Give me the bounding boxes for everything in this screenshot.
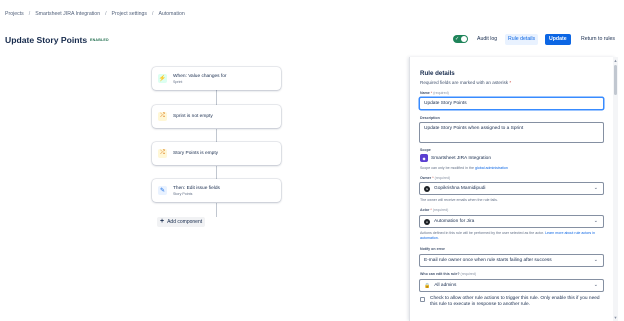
description-value: Update Story Points when assigned to a S… — [424, 126, 524, 131]
owner-label-text: Owner — [420, 176, 432, 180]
owner-select[interactable]: G Gopikrishna Mamidipudi ⌄ — [419, 182, 604, 195]
breadcrumb-separator: / — [152, 11, 154, 17]
editors-label: Who can edit this rule? (required) — [420, 272, 476, 276]
lightning-icon: ⚡ — [158, 74, 167, 83]
allow-rule-trigger-label: Check to allow other rule actions to tri… — [430, 296, 600, 308]
scroll-up-icon[interactable]: ▲ — [613, 58, 618, 63]
required-note-text: Required fields are marked with an aster… — [420, 80, 509, 85]
breadcrumb-automation[interactable]: Automation — [158, 11, 184, 17]
condition-card[interactable]: ⤮ Story Points is empty — [152, 142, 281, 165]
actor-value: Automation for Jira — [434, 219, 475, 224]
scroll-down-icon[interactable]: ▼ — [613, 315, 618, 320]
status-badge: ENABLED — [90, 38, 109, 42]
description-textarea[interactable]: Update Story Points when assigned to a S… — [419, 122, 604, 143]
rule-name-value: Update Story Points — [424, 101, 467, 106]
connector-line — [216, 166, 217, 180]
required-tag: (required) — [460, 272, 477, 276]
connector-line — [216, 90, 217, 106]
connector-line — [216, 129, 217, 143]
user-avatar: A — [424, 218, 430, 225]
breadcrumb-separator: / — [105, 11, 107, 17]
required-tag: (required) — [432, 208, 449, 212]
editors-value: All admins — [434, 283, 457, 288]
plus-icon: + — [160, 218, 165, 225]
scope-label: Scope — [420, 148, 431, 152]
notify-on-error-select[interactable]: E-mail rule owner once when rule starts … — [419, 254, 604, 267]
component-subtitle: Sprint — [173, 79, 183, 84]
project-logo-icon: ◆ — [420, 154, 428, 162]
check-icon: ✓ — [455, 36, 460, 42]
editors-label-text: Who can edit this rule? — [420, 272, 460, 276]
scope-helper: Scope can only be modified in the global… — [420, 166, 606, 171]
name-label: Name * (required) — [420, 91, 449, 95]
asterisk: * — [509, 80, 512, 85]
rule-name-input[interactable]: Update Story Points — [419, 97, 604, 110]
breadcrumb-separator: / — [28, 11, 31, 17]
owner-helper: The owner will receive emails when the r… — [420, 198, 498, 202]
component-subtitle: Story Points — [173, 191, 193, 196]
actor-helper-text: Actions defined in this rule will be per… — [420, 231, 545, 235]
breadcrumb-projects[interactable]: Projects — [5, 11, 24, 17]
panel-title: Rule details — [420, 70, 455, 77]
chevron-down-icon: ⌄ — [593, 185, 598, 191]
trigger-card[interactable]: ⚡ When: Value changes for Sprint — [152, 67, 281, 90]
required-note: Required fields are marked with an aster… — [420, 80, 511, 85]
rule-enabled-toggle[interactable]: ✓ — [453, 35, 468, 43]
add-component-label: Add component — [167, 219, 203, 225]
connector-line — [216, 203, 217, 217]
global-administration-link[interactable]: global administration — [475, 166, 508, 170]
required-asterisk: * — [430, 208, 432, 212]
branch-icon: ⤮ — [158, 112, 167, 121]
actor-select[interactable]: A Automation for Jira ⌄ — [419, 215, 604, 228]
rule-details-button[interactable]: Rule details — [505, 34, 539, 45]
required-tag: (required) — [434, 176, 451, 180]
scrollbar-thumb[interactable] — [614, 65, 617, 95]
condition-card[interactable]: ⤮ Sprint is not empty — [152, 105, 281, 128]
page-title: Update Story Points — [5, 35, 88, 45]
user-avatar: G — [424, 185, 430, 192]
required-asterisk: * — [430, 91, 433, 95]
return-to-rules-button[interactable]: Return to rules — [578, 34, 618, 45]
chevron-down-icon: ⌄ — [593, 257, 598, 263]
editors-select[interactable]: 🔒 All admins ⌄ — [419, 279, 604, 292]
notify-value: E-mail rule owner once when rule starts … — [424, 258, 552, 263]
actor-label: Actor * (required) — [420, 208, 448, 212]
branch-icon: ⤮ — [158, 149, 167, 158]
notify-label: Notify on error — [420, 247, 445, 251]
name-label-text: Name — [420, 91, 430, 95]
required-tag: (required) — [433, 91, 449, 95]
chevron-down-icon: ⌄ — [593, 282, 598, 288]
breadcrumb-project[interactable]: Smartsheet JIRA Integration — [35, 11, 100, 17]
component-title: When: Value changes for — [173, 73, 227, 79]
action-card[interactable]: ✎ Then: Edit issue fields Story Points — [152, 179, 281, 202]
scope-helper-text: Scope can only be modified in the — [420, 166, 474, 170]
owner-label: Owner * (required) — [420, 176, 450, 180]
lock-icon: 🔒 — [424, 282, 431, 289]
component-title: Story Points is empty — [173, 151, 219, 156]
breadcrumb: Projects / Smartsheet JIRA Integration /… — [5, 11, 185, 17]
allow-rule-trigger-row[interactable]: Check to allow other rule actions to tri… — [420, 296, 605, 309]
rule-details-panel: Rule details Required fields are marked … — [409, 57, 615, 321]
toggle-knob — [461, 36, 467, 42]
scope-value: ◆ Smartsheet JIRA Integration — [420, 154, 491, 162]
panel-scrollbar[interactable]: ▲ ▼ — [613, 57, 618, 321]
scope-project-name: Smartsheet JIRA Integration — [431, 155, 491, 161]
component-title: Then: Edit issue fields — [173, 185, 220, 191]
required-asterisk: * — [432, 176, 434, 180]
owner-value: Gopikrishna Mamidipudi — [434, 186, 486, 191]
component-title: Sprint is not empty — [173, 114, 213, 119]
actor-label-text: Actor — [420, 208, 430, 212]
add-component-button[interactable]: + Add component — [157, 217, 206, 227]
update-button[interactable]: Update — [545, 34, 571, 45]
pencil-icon: ✎ — [158, 186, 167, 195]
allow-rule-trigger-checkbox[interactable] — [420, 297, 425, 302]
description-label: Description — [420, 116, 440, 120]
audit-log-button[interactable]: Audit log — [474, 34, 500, 45]
actor-helper: Actions defined in this rule will be per… — [420, 231, 606, 240]
chevron-down-icon: ⌄ — [593, 218, 598, 224]
breadcrumb-project-settings[interactable]: Project settings — [112, 11, 147, 17]
